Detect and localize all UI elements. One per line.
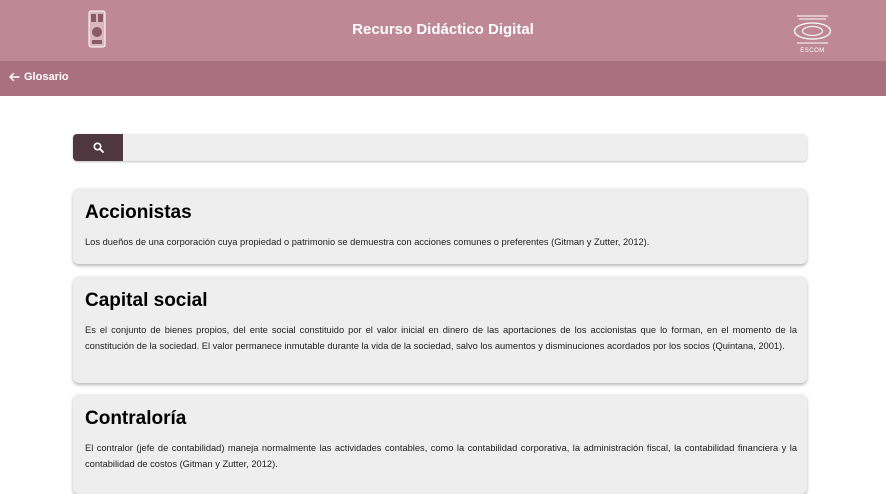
glossary-card: Capital social Es el conjunto de bienes …: [73, 276, 807, 383]
escom-logo-text: ESCOM: [800, 48, 825, 54]
glossary-term: Capital social: [85, 290, 208, 311]
glossary-term: Accionistas: [85, 202, 192, 223]
search-button[interactable]: [73, 134, 123, 161]
glossary-card: Accionistas Los dueños de una corporació…: [73, 188, 807, 264]
glossary-term: Contraloría: [85, 408, 187, 429]
app-title: Recurso Didáctico Digital: [352, 21, 534, 38]
back-arrow-icon[interactable]: [7, 70, 21, 84]
glossary-card: Contraloría El contralor (jefe de contab…: [73, 394, 807, 494]
page-title: Glosario: [24, 71, 69, 83]
search-icon: [93, 142, 104, 153]
page-navbar: Glosario: [0, 61, 886, 96]
glossary-definition: Los dueños de una corporación cuya propi…: [85, 237, 650, 247]
escom-logo-icon: ESCOM: [789, 14, 836, 55]
glossary-definition: Es el conjunto de bienes propios, del en…: [85, 325, 797, 351]
search-bar: [73, 134, 807, 161]
glossary-definition: El contralor (jefe de contabilidad) mane…: [85, 443, 797, 469]
app-header: Recurso Didáctico Digital ESCOM: [0, 0, 886, 61]
search-input[interactable]: [125, 134, 801, 161]
